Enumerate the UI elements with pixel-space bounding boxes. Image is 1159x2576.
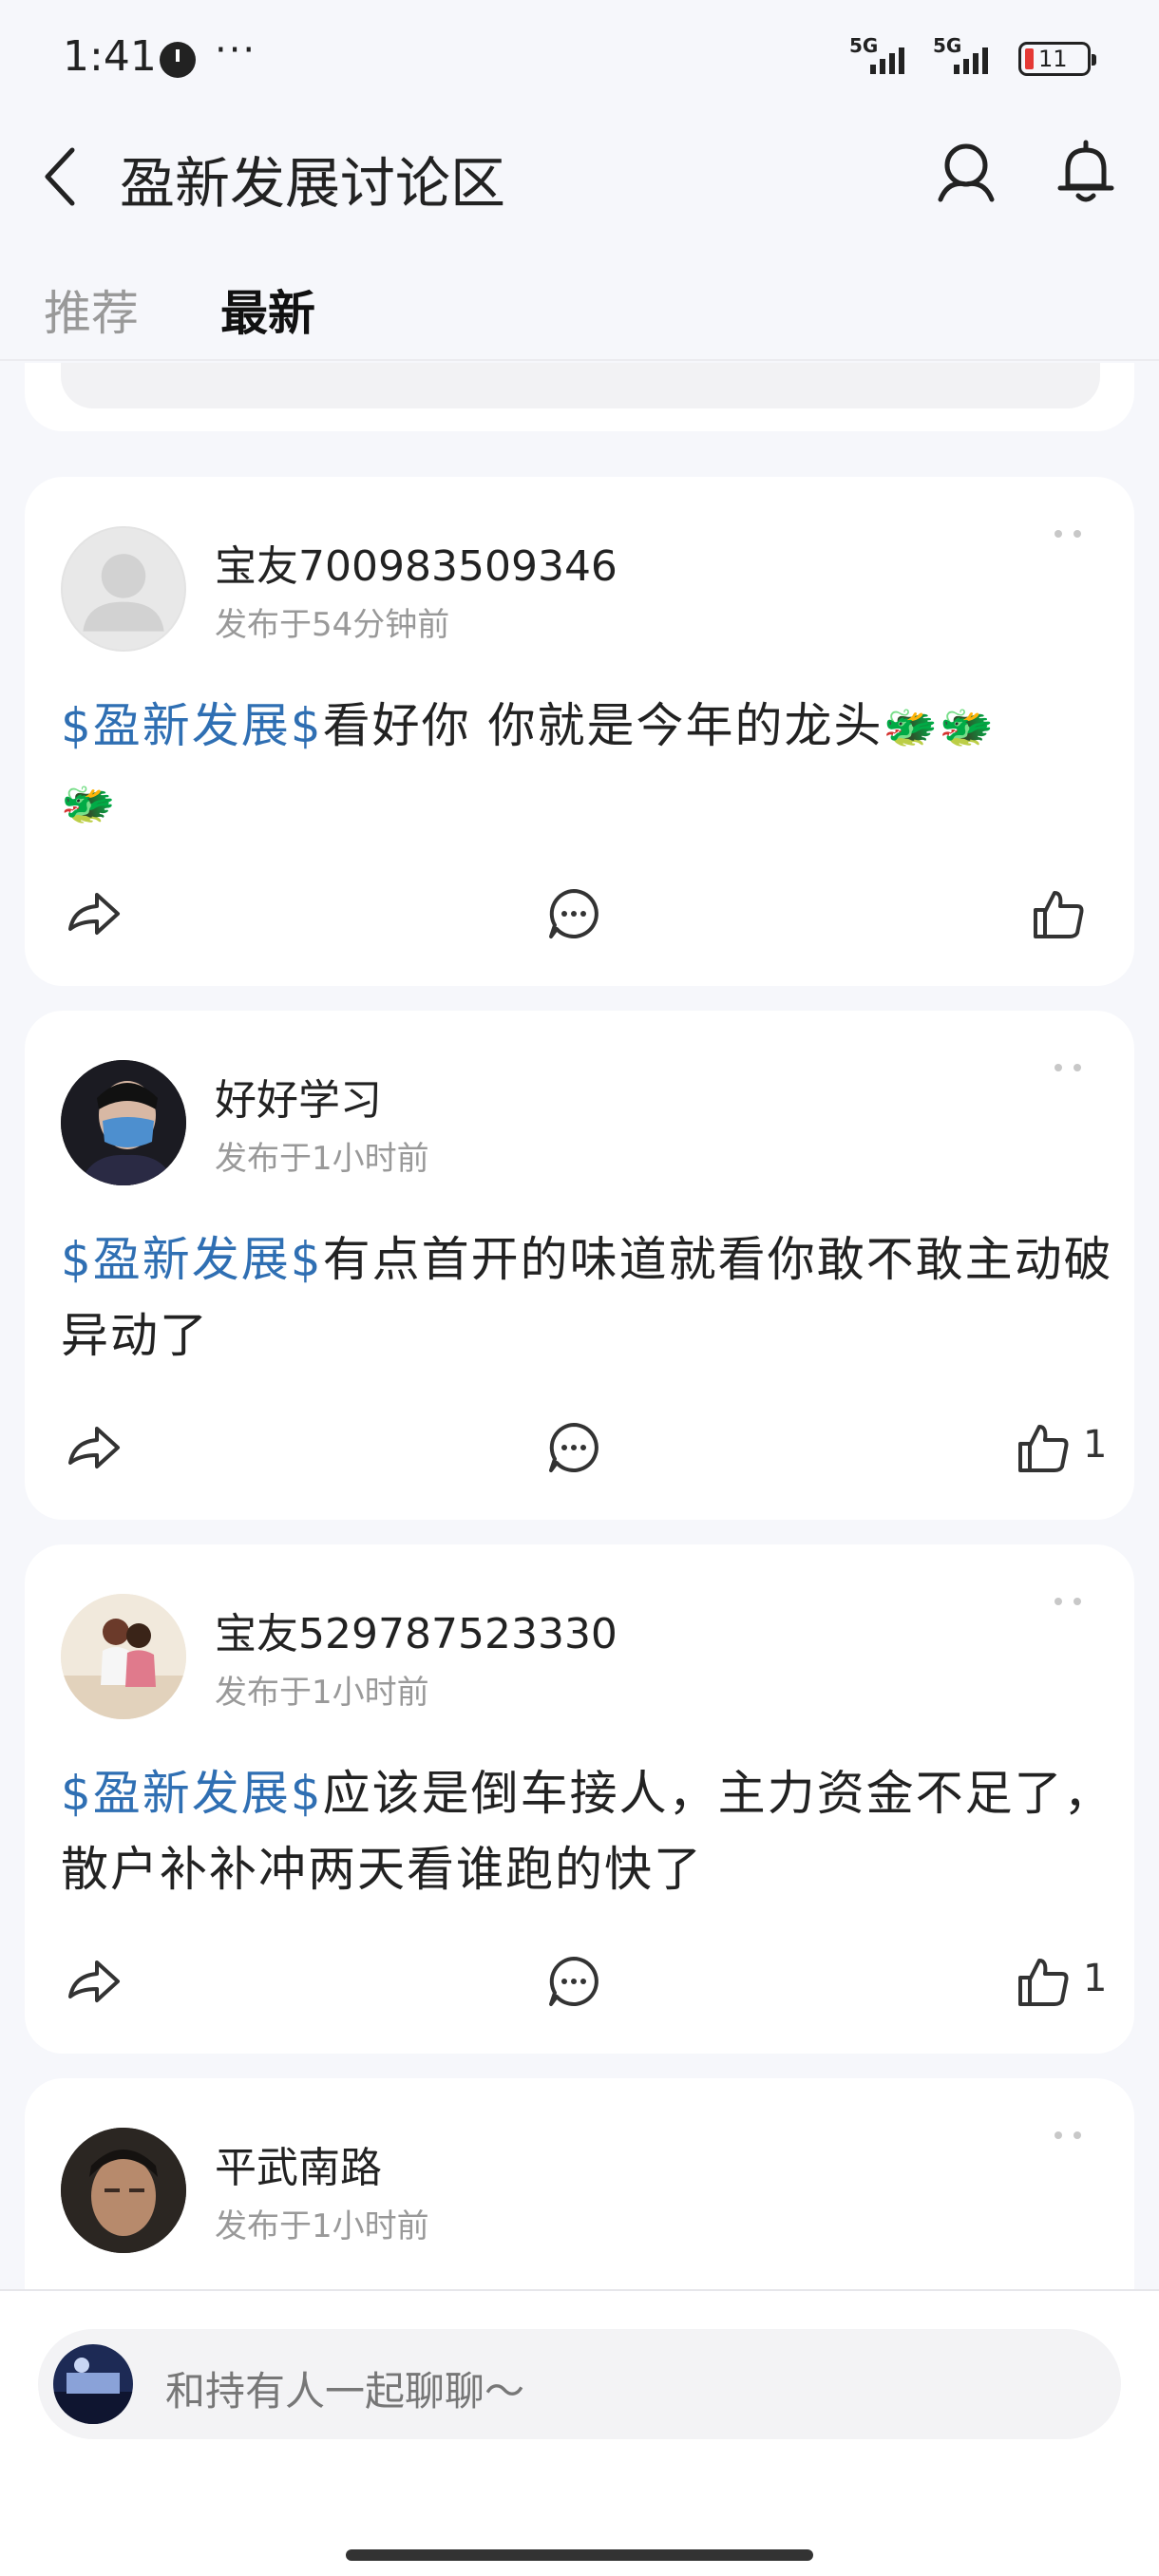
header: 盈新发展讨论区 [0,114,1159,236]
like-icon[interactable] [1030,885,1087,942]
signal-icon: 5G [849,34,922,78]
share-icon[interactable] [65,1953,122,2010]
comment-icon[interactable] [545,1953,602,2010]
more-options-icon[interactable] [1049,1596,1087,1607]
avatar[interactable] [61,2128,186,2253]
more-options-icon[interactable] [1049,2130,1087,2141]
stock-tag[interactable]: $盈新发展$ [61,1766,323,1821]
more-options-icon[interactable] [1049,528,1087,540]
avatar[interactable] [61,1060,186,1185]
tab-bar: 推荐 最新 [0,237,1159,361]
app-screen: 1:41 ··· 5G 5G 11 盈新发展讨论区 推荐 最新 宝友700983… [0,0,1159,2576]
post-time: 发布于1小时前 [215,1140,429,1178]
post-time: 发布于1小时前 [215,1674,429,1712]
stock-tag[interactable]: $盈新发展$ [61,1232,323,1287]
battery-level: 11 [1038,46,1068,72]
post-card[interactable]: 宝友529787523330 发布于1小时前 $盈新发展$应该是倒车接人，主力资… [25,1544,1134,2054]
username[interactable]: 好好学习 [215,1066,382,1127]
avatar-image [61,2128,186,2253]
comment-icon[interactable] [545,1419,602,1476]
post-time: 发布于1小时前 [215,2207,429,2245]
username[interactable]: 宝友529787523330 [215,1600,618,1660]
avatar-image [61,1594,186,1719]
post-card[interactable]: 宝友700983509346 发布于54分钟前 $盈新发展$看好你 你就是今年的… [25,477,1134,986]
dragon-emoji: 🐲 [939,701,997,752]
dragon-emoji: 🐲 [883,701,940,752]
battery-icon: 11 [1018,42,1096,76]
like-count: 1 [1083,1957,1108,2000]
comment-icon[interactable] [545,885,602,942]
share-icon[interactable] [65,885,122,942]
more-options-icon[interactable] [1049,1062,1087,1073]
dragon-emoji: 🐲 [61,778,118,829]
like-count: 1 [1083,1423,1108,1467]
avatar-image [61,1060,186,1185]
post-content[interactable]: $盈新发展$有点首开的味道就看你敢不敢主动破异动了 [61,1222,1115,1373]
chat-placeholder: 和持有人一起聊聊～ [165,2368,525,2415]
avatar[interactable] [61,526,186,652]
page-title: 盈新发展讨论区 [120,151,506,216]
back-arrow-icon[interactable] [36,142,89,211]
status-more-indicator: ··· [215,28,257,72]
chat-input[interactable]: 和持有人一起聊聊～ [38,2329,1121,2439]
default-avatar-icon [83,554,164,632]
post-content[interactable]: $盈新发展$应该是倒车接人，主力资金不足了，散户补补冲两天看谁跑的快了 [61,1755,1115,1907]
signal-icon: 5G [933,34,1009,78]
status-bar: 1:41 ··· 5G 5G 11 [0,0,1159,114]
username[interactable]: 宝友700983509346 [215,532,618,593]
home-indicator[interactable] [346,2549,813,2561]
avatar[interactable] [61,1594,186,1719]
stock-tag[interactable]: $盈新发展$ [61,698,323,753]
share-icon[interactable] [65,1419,122,1476]
user-icon[interactable] [935,139,998,205]
tab-recommended[interactable]: 推荐 [44,275,139,344]
previous-post-content [61,363,1100,408]
avatar-image [53,2344,133,2424]
bottom-bar: 和持有人一起聊聊～ [0,2289,1159,2576]
status-time: 1:41 [63,32,157,81]
clock-icon [160,42,196,78]
username[interactable]: 平武南路 [215,2133,382,2194]
post-time: 发布于54分钟前 [215,606,450,644]
post-text: 看好你 你就是今年的龙头 [322,698,884,753]
post-feed[interactable]: 宝友700983509346 发布于54分钟前 $盈新发展$看好你 你就是今年的… [0,363,1159,2289]
post-content[interactable]: $盈新发展$看好你 你就是今年的龙头🐲🐲 🐲 [61,688,1115,842]
bell-icon[interactable] [1054,139,1117,205]
post-card[interactable]: 平武南路 发布于1小时前 [25,2078,1134,2289]
post-card[interactable]: 好好学习 发布于1小时前 $盈新发展$有点首开的味道就看你敢不敢主动破异动了 1 [25,1011,1134,1520]
like-icon[interactable] [1015,1953,1072,2010]
my-avatar[interactable] [53,2344,133,2424]
tab-latest[interactable]: 最新 [220,275,315,344]
post-card-previous [25,363,1134,431]
like-icon[interactable] [1015,1419,1072,1476]
